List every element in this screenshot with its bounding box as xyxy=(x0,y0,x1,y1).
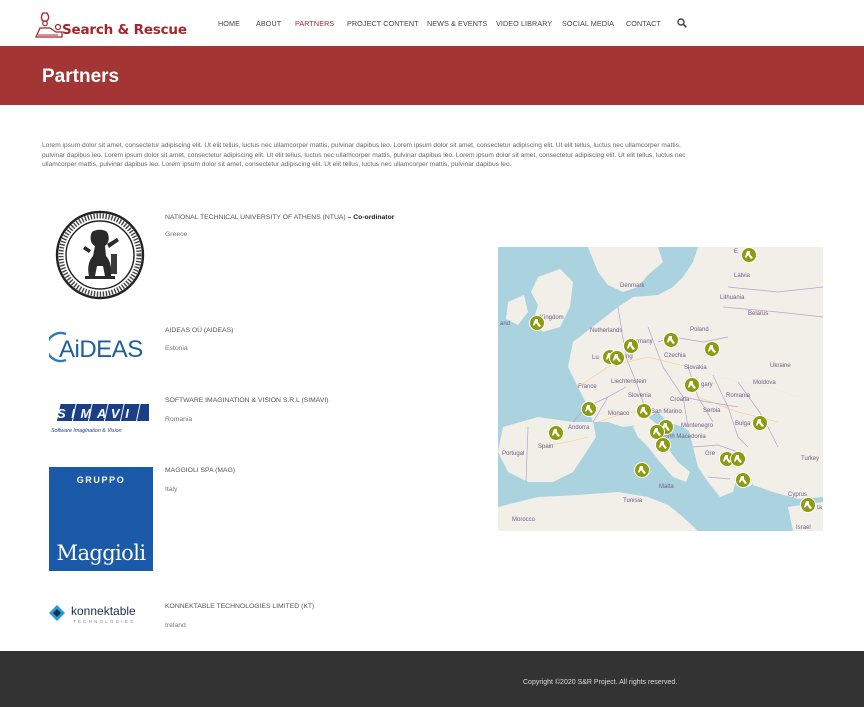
map-label-cyprus: Cyprus xyxy=(788,492,807,498)
page-title-band: Partners xyxy=(0,46,864,105)
map-marker[interactable] xyxy=(548,425,564,441)
map-label-slovakia: Slovakia xyxy=(684,365,707,371)
partner-country-aideas: Estonia xyxy=(165,345,188,352)
partner-country-ntua: Greece xyxy=(165,231,188,238)
map-label-liechtenstein: Liechtenstein xyxy=(611,379,646,385)
map-marker[interactable] xyxy=(800,497,816,513)
partner-name-simavi: SOFTWARE IMAGINATION & VISION S.R.L (SIM… xyxy=(165,397,329,404)
map-label-monaco: Monaco xyxy=(608,411,630,417)
map-label-czechia: Czechia xyxy=(664,353,686,359)
aideas-logo-text: AiDEAS xyxy=(59,336,143,363)
map-label-serbia: Serbia xyxy=(703,408,721,414)
partner-name-maggioli: MAGGIOLI SPA (MAG) xyxy=(165,467,236,474)
konnektable-logo: konnektable TECHNOLOGIES xyxy=(49,604,136,624)
map-label-belarus: Belarus xyxy=(748,311,768,317)
nav-news-events[interactable]: NEWS & EVENTS xyxy=(427,19,487,28)
map-label-ta: ta xyxy=(817,505,823,511)
map-label-san-marino: San Marino xyxy=(651,409,682,415)
map-marker[interactable] xyxy=(741,247,757,263)
map-label-croatia: Croatia xyxy=(670,397,690,403)
map-label-netherlands: Netherlands xyxy=(590,328,622,334)
maggioli-logo-text: Maggioli xyxy=(56,541,147,565)
aideas-logo: AiDEAS xyxy=(49,331,143,363)
maggioli-logo: GRUPPO Maggioli xyxy=(49,467,153,571)
ntua-seal-logo xyxy=(55,210,145,300)
map-label-spain: Spain xyxy=(538,444,553,450)
map-label-israel: Israel xyxy=(796,525,811,531)
map-label-slovenia: Slovenia xyxy=(628,393,652,399)
map-label-and: and xyxy=(500,321,510,327)
nav-about[interactable]: ABOUT xyxy=(256,19,281,28)
konnektable-logo-text: konnektable xyxy=(71,604,136,618)
map-label-lu: Lu xyxy=(592,355,599,361)
map-label-gary: gary xyxy=(701,382,713,388)
copyright-text: Copyright ©2020 S&R Project. All rights … xyxy=(523,679,678,686)
map-label-denmark: Denmark xyxy=(620,283,645,289)
map-marker[interactable] xyxy=(529,315,545,331)
partner-country-konnektable: Ireland xyxy=(165,622,186,629)
nav-home[interactable]: HOME xyxy=(218,19,240,28)
europe-map-svg: Latvia Denmark Lithuania Belarus Kingdom… xyxy=(498,247,823,531)
site-footer: Copyright ©2020 S&R Project. All rights … xyxy=(0,651,864,707)
intro-paragraph: Lorem ipsum dolor sit amet, consectetur … xyxy=(42,142,686,169)
nav-project-content[interactable]: PROJECT CONTENT xyxy=(347,19,419,28)
map-marker[interactable] xyxy=(623,338,639,354)
map-label-turkey: Turkey xyxy=(801,456,819,462)
nav-video-library[interactable]: VIDEO LIBRARY xyxy=(496,19,552,28)
map-label-andorra: Andorra xyxy=(568,425,590,431)
map-label-gre: Gre xyxy=(705,451,716,457)
partner-country-maggioli: Italy xyxy=(165,486,178,493)
site-name: Search & Rescue xyxy=(62,22,187,38)
map-label-lithuania: Lithuania xyxy=(720,295,745,301)
map-marker[interactable] xyxy=(735,472,751,488)
simavi-logo-tagline: Software Imagination & Vision xyxy=(51,428,122,434)
map-marker[interactable] xyxy=(609,350,625,366)
simavi-logo: SIMAVI Software Imagination & Vision xyxy=(51,404,149,434)
partner-country-simavi: Romania xyxy=(165,416,193,423)
map-marker[interactable] xyxy=(636,403,652,419)
page-title: Partners xyxy=(42,66,120,87)
partner-name-ntua: NATIONAL TECHNICAL UNIVERSITY OF ATHENS … xyxy=(165,214,395,221)
map-label-moldova: Moldova xyxy=(753,380,776,386)
map-label-poland: Poland xyxy=(690,327,709,333)
map-marker[interactable] xyxy=(663,332,679,348)
rescue-logo-icon xyxy=(34,12,63,38)
map-label-e: E xyxy=(734,249,738,255)
map-label-morocco: Morocco xyxy=(512,517,536,523)
nav-partners[interactable]: PARTNERS xyxy=(295,19,334,28)
site-logo[interactable]: Search & Rescue xyxy=(34,9,187,39)
map-marker[interactable] xyxy=(655,437,671,453)
map-marker[interactable] xyxy=(684,377,700,393)
map-label-portugal: Portugal xyxy=(502,451,524,457)
map-label-romania: Romania xyxy=(726,393,751,399)
partners-map[interactable]: Latvia Denmark Lithuania Belarus Kingdom… xyxy=(498,247,823,531)
map-marker[interactable] xyxy=(634,462,650,478)
search-icon[interactable] xyxy=(677,18,687,28)
map-label-ukraine: Ukraine xyxy=(770,363,791,369)
map-marker[interactable] xyxy=(581,401,597,417)
map-marker[interactable] xyxy=(704,341,720,357)
map-label-latvia: Latvia xyxy=(734,273,751,279)
map-label-montenegro: Montenegro xyxy=(681,423,714,429)
map-label-tunisia: Tunisia xyxy=(623,498,643,504)
site-header: Search & Rescue HOME ABOUT PARTNERS PROJ… xyxy=(0,0,864,46)
partner-name-konnektable: KONNEKTABLE TECHNOLOGIES LIMITED (KT) xyxy=(165,603,315,610)
map-label-ng: ng xyxy=(626,354,633,360)
map-marker[interactable] xyxy=(752,415,768,431)
map-label-malta: Malta xyxy=(659,484,674,490)
maggioli-logo-top: GRUPPO xyxy=(76,475,126,485)
partner-name-aideas: AIDEAS OÜ (AIDEAS) xyxy=(165,327,234,334)
nav-contact[interactable]: CONTACT xyxy=(626,19,661,28)
konnektable-logo-tagline: TECHNOLOGIES xyxy=(73,619,135,624)
nav-social-media[interactable]: SOCIAL MEDIA xyxy=(562,19,614,28)
map-marker[interactable] xyxy=(730,451,746,467)
map-label-france: France xyxy=(578,384,597,390)
map-label-bulga: Bulga xyxy=(735,421,751,427)
simavi-logo-text: SIMAVI xyxy=(57,406,134,421)
